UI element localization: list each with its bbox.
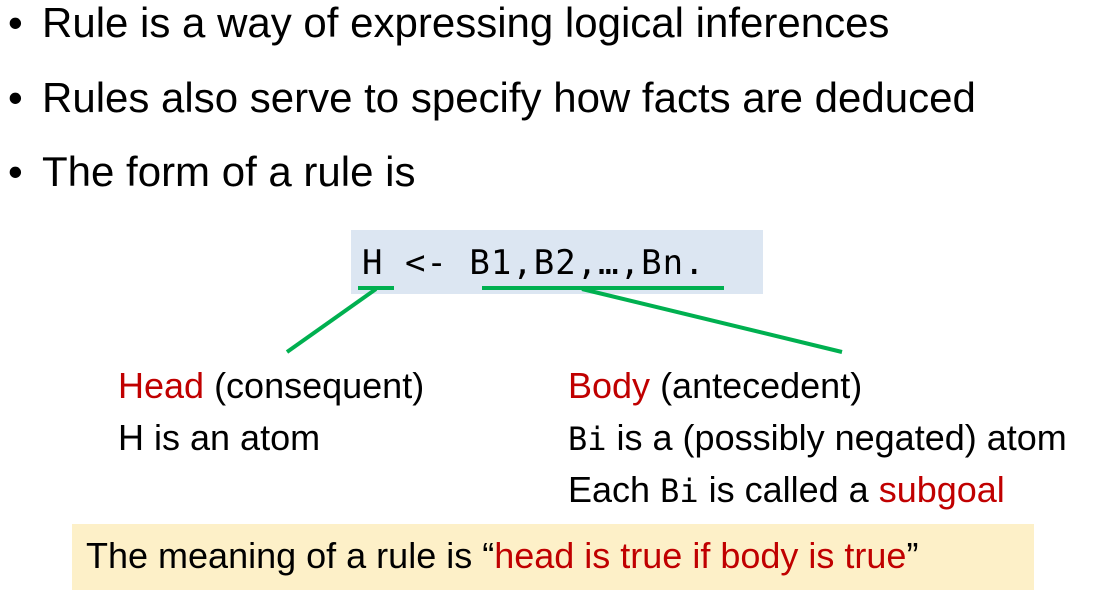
- head-title-note: (consequent): [204, 365, 425, 406]
- body-title-note: (antecedent): [650, 365, 863, 406]
- head-connector: [285, 287, 378, 354]
- body-title: Body: [568, 365, 651, 406]
- meaning-highlight: head is true if body is true: [494, 535, 907, 576]
- body-code-bi: Bi: [660, 472, 699, 510]
- meaning-text: The meaning of a rule is “head is true i…: [86, 533, 918, 579]
- body-desc2-mid: is called a: [698, 469, 879, 510]
- head-label: Head (consequent): [118, 363, 424, 409]
- head-title: Head: [118, 365, 205, 406]
- body-description-1: Bi is a (possibly negated) atom: [568, 415, 1067, 462]
- body-connector: [581, 287, 843, 354]
- meaning-pre: The meaning of a rule is “: [86, 535, 495, 576]
- body-desc1-text: is a (possibly negated) atom: [606, 417, 1067, 458]
- body-description-2: Each Bi is called a subgoal: [568, 467, 1005, 514]
- subgoal-term: subgoal: [878, 469, 1005, 510]
- head-description: H is an atom: [118, 417, 321, 458]
- body-code-bi: Bi: [568, 420, 607, 458]
- body-label: Body (antecedent): [568, 363, 862, 409]
- body-desc2-pre: Each: [568, 469, 661, 510]
- meaning-post: ”: [906, 535, 919, 576]
